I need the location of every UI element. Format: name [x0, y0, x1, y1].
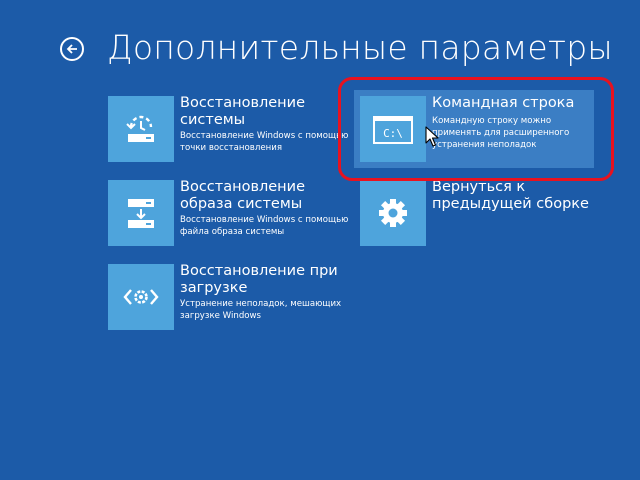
tile-system-image-recovery[interactable]: Восстановление образа системы Восстановл… [108, 179, 348, 246]
tile-title: Восстановление при загрузке [180, 263, 338, 296]
tile-go-back-previous-build[interactable]: Вернуться к предыдущей сборке [360, 179, 594, 246]
tile-description: Восстановление Windows с помощью точки в… [180, 131, 349, 153]
page-title: Дополнительные параметры [107, 28, 613, 67]
mouse-cursor-icon [425, 126, 439, 147]
tile-title: Восстановление системы [180, 95, 306, 128]
tile-description: Устранение неполадок, мешающих загрузке … [180, 299, 342, 321]
highlight-box [338, 77, 614, 181]
tile-title: Вернуться к предыдущей сборке [432, 179, 589, 212]
tile-description: Восстановление Windows с помощью файла о… [180, 215, 349, 237]
back-button[interactable] [60, 37, 84, 61]
startup-repair-icon [108, 264, 174, 330]
system-image-recovery-icon [108, 180, 174, 246]
tile-system-restore[interactable]: Восстановление системы Восстановление Wi… [108, 95, 348, 162]
system-restore-icon [108, 96, 174, 162]
tile-startup-repair[interactable]: Восстановление при загрузке Устранение н… [108, 263, 342, 330]
tile-title: Восстановление образа системы [180, 179, 306, 212]
gear-icon [360, 180, 426, 246]
back-arrow-icon [66, 44, 77, 54]
